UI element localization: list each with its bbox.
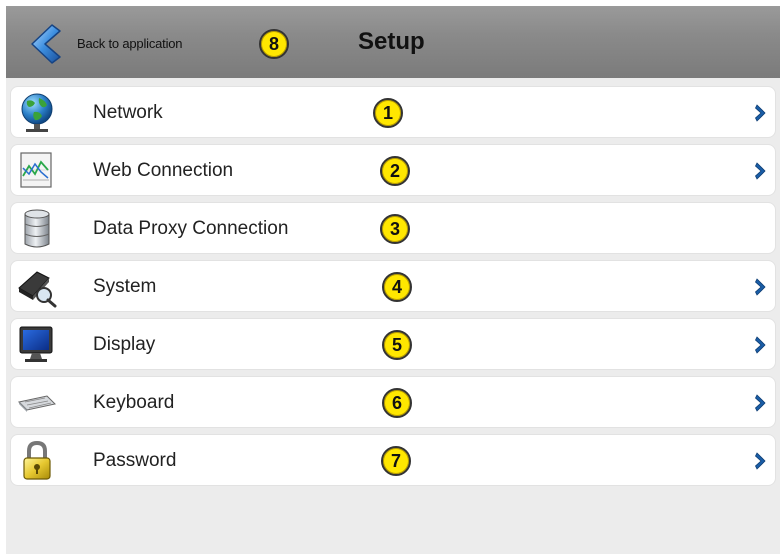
callout-badge-8: 8 [259, 29, 289, 59]
callout-badge-4: 4 [382, 272, 412, 302]
setup-menu-list: Network 1 Web Connection 2 Data Proxy Co… [10, 86, 776, 492]
menu-item-network[interactable]: Network 1 [10, 86, 776, 138]
callout-badge-3: 3 [380, 214, 410, 244]
menu-item-label: System [93, 276, 157, 297]
frame: Back to application 8 Setup Network 1 We… [0, 0, 780, 554]
chevron-right-icon [755, 336, 766, 354]
callout-badge-1: 1 [373, 98, 403, 128]
globe-network-icon [21, 93, 53, 132]
menu-item-system[interactable]: System 4 [10, 260, 776, 312]
chevron-right-icon [755, 452, 766, 470]
callout-badge-5: 5 [382, 330, 412, 360]
menu-item-password[interactable]: Password 7 [10, 434, 776, 486]
chevron-right-icon [755, 278, 766, 296]
setup-screen: Back to application 8 Setup Network 1 We… [6, 6, 780, 554]
menu-item-label: Web Connection [93, 160, 234, 181]
menu-item-keyboard[interactable]: Keyboard 6 [10, 376, 776, 428]
padlock-icon [23, 440, 51, 480]
menu-item-label: Data Proxy Connection [93, 218, 289, 239]
chevron-right-icon [755, 162, 766, 180]
header-bar: Back to application 8 Setup [6, 6, 780, 78]
chevron-right-icon [755, 394, 766, 412]
page-title: Setup [358, 28, 425, 55]
menu-item-label: Network [93, 102, 163, 123]
menu-item-data-proxy-connection[interactable]: Data Proxy Connection 3 [10, 202, 776, 254]
monitor-icon [19, 326, 53, 362]
menu-item-label: Password [93, 450, 177, 471]
menu-item-display[interactable]: Display 5 [10, 318, 776, 370]
menu-item-label: Display [93, 334, 156, 355]
keyboard-icon [17, 395, 57, 412]
menu-item-label: Keyboard [93, 392, 175, 413]
chart-web-icon [20, 152, 52, 188]
system-device-icon [18, 271, 57, 308]
back-chevron-icon[interactable] [28, 23, 64, 65]
callout-badge-7: 7 [381, 446, 411, 476]
back-to-application-link[interactable]: Back to application [77, 36, 183, 51]
callout-badge-2: 2 [380, 156, 410, 186]
database-icon [24, 209, 50, 248]
callout-badge-6: 6 [382, 388, 412, 418]
chevron-right-icon [755, 104, 766, 122]
menu-item-web-connection[interactable]: Web Connection 2 [10, 144, 776, 196]
